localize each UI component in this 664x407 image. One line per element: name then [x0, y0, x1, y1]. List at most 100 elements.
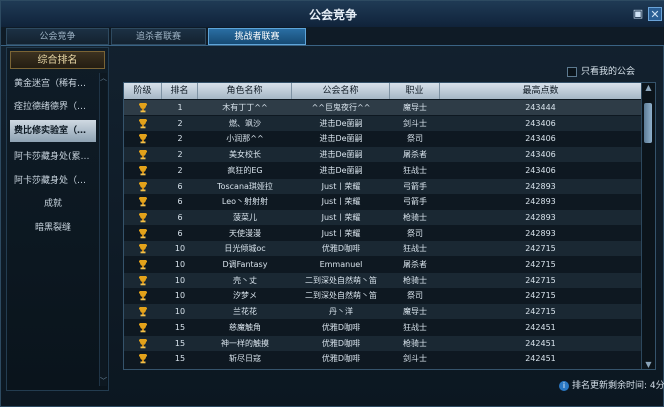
rank-cell: 2	[177, 118, 183, 128]
scrollbar-thumb[interactable]	[644, 103, 652, 143]
trophy-icon	[139, 150, 147, 160]
job-cell: 魔导士	[403, 307, 427, 317]
scroll-down-arrow-icon[interactable]: ﹀	[100, 376, 107, 386]
guild-name-cell: 优雅D咖啡	[321, 244, 361, 254]
table-row[interactable]: 6 天使漫漫 Just丨荣耀 祭司 242893	[124, 226, 641, 241]
job-cell: 弓箭手	[403, 181, 427, 191]
guild-name-cell: 优雅D咖啡	[321, 354, 361, 364]
points-cell: 242715	[525, 307, 556, 317]
guild-name-cell: Just丨荣耀	[321, 212, 361, 222]
trophy-icon	[139, 197, 147, 207]
tier-cell	[124, 273, 162, 288]
table-row[interactable]: 10 汐梦メ 二到深处自然萌丶笛 祭司 242715	[124, 288, 641, 303]
sidebar-item-world[interactable]: 痊拉德绪德界（…	[10, 96, 96, 118]
table-row[interactable]: 10 D调Fantasy Emmanuel 屠杀者 242715	[124, 257, 641, 272]
job-cell: 祭司	[407, 228, 423, 238]
header-job[interactable]: 职业	[390, 83, 440, 99]
trophy-icon	[139, 165, 147, 176]
ranking-update-timer: i 排名更新剩余时间: 4分	[559, 378, 664, 391]
table-row[interactable]: 15 神一样的触摸 优雅D咖啡 枪骑士 242451	[124, 335, 641, 351]
pin-icon[interactable]: ▣	[631, 7, 645, 21]
tab-guild-competition[interactable]: 公会竞争	[6, 28, 109, 45]
table-row[interactable]: 10 日光倾城oc 优雅D咖啡 狂战士 242715	[124, 241, 641, 257]
sidebar-item-akasha-hideout[interactable]: 阿卡莎藏身处（…	[10, 170, 96, 192]
job-cell: 狂战士	[403, 322, 427, 332]
job-cell: 魔导士	[403, 103, 427, 112]
table-row[interactable]: 6 Leo丶射射射 Just丨荣耀 弓箭手 242893	[124, 194, 641, 209]
trophy-icon	[139, 260, 147, 270]
table-row[interactable]: 2 美女校长 进击De菌嗣 屠杀者 243406	[124, 147, 641, 163]
rank-cell: 10	[174, 291, 186, 301]
sidebar-item-fibis-lab[interactable]: 费比修实验室（…	[10, 120, 96, 142]
header-guild-name[interactable]: 公会名称	[292, 83, 390, 99]
sidebar-header-overall-ranking[interactable]: 综合排名	[10, 51, 105, 69]
table-row[interactable]: 2 小润那^^ 进击De菌嗣 祭司 243406	[124, 131, 641, 146]
window-title: 公会竞争	[308, 8, 357, 22]
header-max-points[interactable]: 最高点数	[440, 83, 641, 99]
sidebar-item-achievement[interactable]: 成就	[10, 193, 96, 215]
table-row[interactable]: 6 Toscana琪娅拉 Just丨荣耀 弓箭手 242893	[124, 178, 641, 194]
title-bar[interactable]: 公会竞争 ▣ ✕	[1, 1, 664, 28]
points-cell: 242893	[525, 197, 556, 207]
rank-cell: 1	[177, 103, 183, 112]
header-character-name[interactable]: 角色名称	[198, 83, 292, 99]
character-name-cell: 斩尽日寇	[229, 354, 261, 364]
trophy-icon	[139, 244, 147, 254]
tier-cell	[124, 304, 162, 319]
sidebar-item-dark-rift[interactable]: 暗黑裂缝	[10, 217, 96, 239]
points-cell: 243444	[525, 103, 556, 112]
guild-name-cell: 进击De菌嗣	[319, 165, 363, 175]
character-name-cell: D调Fantasy	[222, 260, 268, 269]
trophy-icon	[139, 338, 147, 348]
guild-name-cell: 二到深处自然萌丶笛	[305, 275, 377, 285]
rank-cell: 10	[174, 244, 186, 254]
only-my-guild-checkbox[interactable]	[567, 66, 577, 77]
tier-cell	[124, 210, 162, 225]
trophy-icon	[139, 212, 147, 223]
guild-name-cell: Emmanuel	[319, 260, 363, 269]
tier-cell	[124, 241, 162, 256]
guild-competition-window: 公会竞争 ▣ ✕ 公会竞争 追杀者联赛 挑战者联赛 综合排名 黄金迷宫（稀有… …	[0, 0, 664, 407]
scroll-up-arrow-icon[interactable]: ︿	[100, 73, 107, 83]
table-row[interactable]: 2 燃、飒沙 进击De菌嗣 剑斗士 243406	[124, 115, 641, 131]
character-name-cell: 疯狂的EG	[227, 165, 263, 175]
rank-cell: 10	[174, 260, 186, 269]
trophy-icon	[139, 118, 147, 128]
table-row[interactable]: 15 斩尽日寇 优雅D咖啡 剑斗士 242451	[124, 351, 641, 366]
guild-name-cell: Just丨荣耀	[321, 181, 361, 191]
points-cell: 243406	[525, 134, 556, 144]
sidebar-item-golden-maze[interactable]: 黄金迷宫（稀有…	[10, 73, 96, 95]
table-row[interactable]: 15 慈魔触角 优雅D咖啡 狂战士 242451	[124, 320, 641, 335]
tier-cell	[124, 116, 162, 131]
rank-cell: 2	[177, 134, 183, 144]
tab-challenger-league[interactable]: 挑战者联赛	[208, 28, 306, 45]
info-icon: i	[559, 380, 569, 391]
sidebar-item-akasha-hideout-cumulative[interactable]: 阿卡莎藏身处(累…	[10, 146, 96, 168]
points-cell: 242715	[525, 275, 556, 285]
close-button[interactable]: ✕	[648, 7, 662, 21]
header-rank[interactable]: 排名	[162, 83, 198, 99]
trophy-icon	[139, 354, 147, 364]
guild-name-cell: 优雅D咖啡	[321, 322, 361, 332]
tab-chaser-league[interactable]: 追杀者联赛	[111, 28, 206, 45]
only-my-guild-toggle[interactable]: 只看我的公会	[567, 64, 635, 77]
table-row[interactable]: 10 壳丶丈 二到深处自然萌丶笛 枪骑士 242715	[124, 272, 641, 288]
sidebar-scrollbar[interactable]: ︿ ﹀	[99, 73, 107, 386]
job-cell: 祭司	[407, 291, 423, 301]
points-cell: 242715	[525, 260, 556, 269]
table-scrollbar[interactable]: ▲ ▼	[641, 83, 655, 369]
points-cell: 242451	[525, 338, 556, 348]
guild-name-cell: Just丨荣耀	[321, 228, 361, 238]
table-row[interactable]: 10 兰花花 丹丶洋 魔导士 242715	[124, 304, 641, 320]
scroll-up-arrow-icon[interactable]: ▲	[642, 83, 655, 92]
table-row[interactable]: 1 木有丁丁^^ ^^巨鬼夜行^^ 魔导士 243444	[124, 100, 641, 115]
scroll-down-arrow-icon[interactable]: ▼	[642, 360, 655, 369]
ranking-category-sidebar: 综合排名 黄金迷宫（稀有… 痊拉德绪德界（… 费比修实验室（… 阿卡莎藏身处(累…	[6, 47, 109, 391]
tier-cell	[124, 336, 162, 351]
character-name-cell: 兰花花	[233, 307, 257, 317]
header-tier[interactable]: 阶级	[124, 83, 162, 99]
job-cell: 剑斗士	[403, 118, 427, 128]
table-row[interactable]: 6 菠菜儿 Just丨荣耀 枪骑士 242893	[124, 209, 641, 225]
trophy-icon	[139, 103, 147, 113]
table-row[interactable]: 2 疯狂的EG 进击De菌嗣 狂战士 243406	[124, 163, 641, 178]
